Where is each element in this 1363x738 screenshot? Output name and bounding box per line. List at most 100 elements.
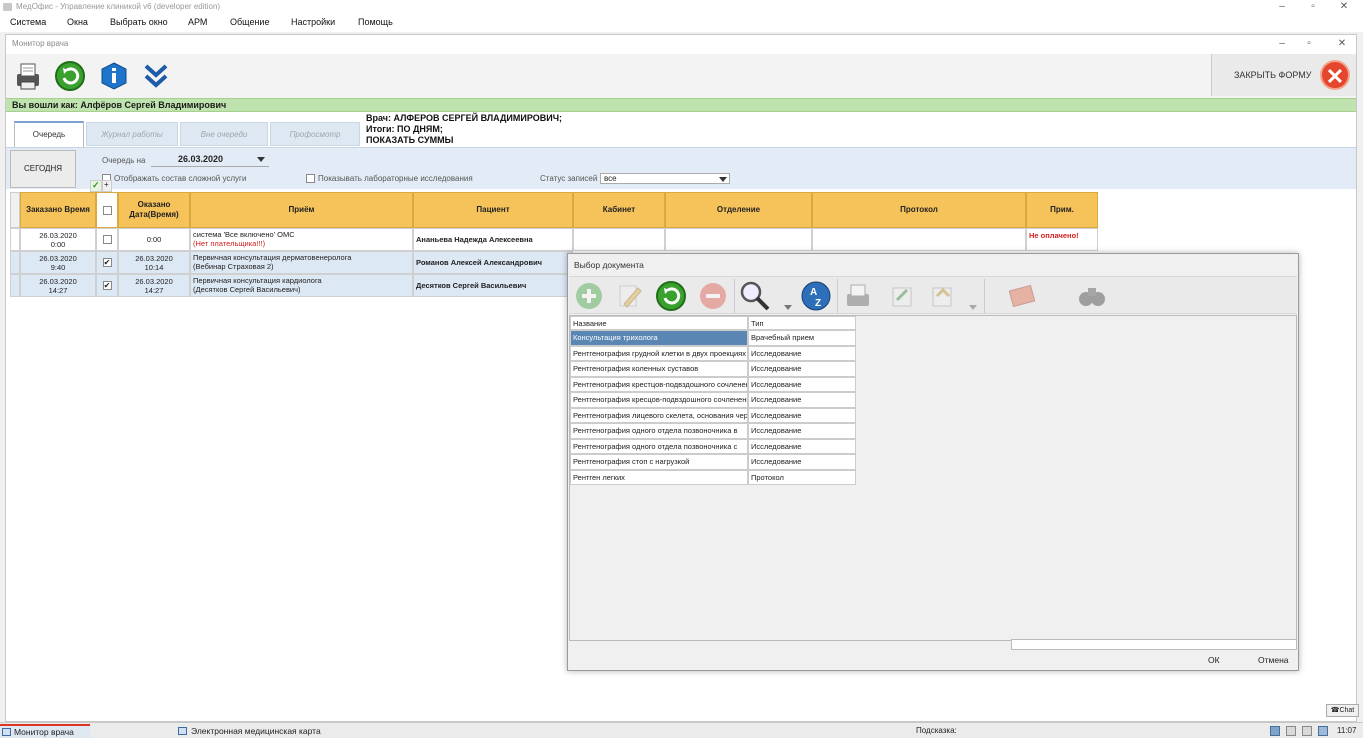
doc-row-name[interactable]: Рентгенография лицевого скелета, основан… [570, 407, 748, 423]
menu-communication[interactable]: Общение [230, 17, 269, 27]
chat-button[interactable]: ☎Chat [1326, 704, 1359, 717]
col-patient[interactable]: Пациент [413, 192, 573, 228]
export-icon[interactable] [885, 280, 919, 312]
reception-cell[interactable]: система 'Все включено' ОМС (Нет плательщ… [190, 228, 413, 251]
col-type[interactable]: Тип [748, 316, 856, 330]
sort-az-icon[interactable]: AZ [799, 280, 833, 312]
doc-row-type[interactable]: Исследование [748, 345, 856, 361]
binoculars-icon[interactable] [1075, 280, 1109, 312]
edit-icon[interactable] [612, 280, 646, 312]
doc-row-type[interactable]: Врачебный прием [748, 330, 856, 346]
row-checkbox-checked[interactable]: ✔ [102, 258, 112, 267]
doc-row-name[interactable]: Рентгенография одного отдела позвоночник… [570, 423, 748, 439]
expand-icon[interactable]: + [102, 180, 112, 192]
child-close-icon[interactable]: ✕ [1332, 37, 1352, 51]
table-row-ordered[interactable]: 26.03.2020 0:00 [20, 228, 96, 251]
close-form-button[interactable]: ЗАКРЫТЬ ФОРМУ ✕ [1211, 54, 1356, 96]
tab-work-log[interactable]: Журнал работы [86, 122, 178, 146]
col-department[interactable]: Отделение [665, 192, 812, 228]
doc-row-type[interactable]: Исследование [748, 376, 856, 392]
queue-date-picker[interactable]: 26.03.2020 [151, 153, 269, 167]
menu-system[interactable]: Система [10, 17, 46, 27]
child-minimize-icon[interactable]: – [1272, 37, 1292, 51]
cabinet-cell[interactable] [573, 228, 665, 251]
doc-row-name[interactable]: Рентген легких [570, 469, 748, 485]
done-cell[interactable]: 26.03.2020 10:14 [118, 251, 190, 274]
department-cell[interactable] [665, 228, 812, 251]
done-cell[interactable]: 26.03.2020 14:27 [118, 274, 190, 297]
menu-help[interactable]: Помощь [358, 17, 393, 27]
tray-doc-icon[interactable] [1286, 726, 1296, 736]
doc-row-type[interactable]: Исследование [748, 454, 856, 470]
col-done[interactable]: Оказано Дата(Время) [118, 192, 190, 228]
search-icon[interactable] [738, 280, 772, 312]
doc-row-name[interactable]: Консультация трихолога [570, 330, 748, 346]
row-checkbox-cell[interactable] [96, 228, 118, 251]
printer-icon[interactable] [12, 60, 44, 92]
double-chevron-down-icon[interactable] [140, 60, 172, 92]
row-checkbox[interactable] [102, 235, 112, 244]
maximize-icon[interactable]: ▫ [1303, 0, 1323, 14]
table-row-ordered[interactable]: 26.03.2020 9:40 [20, 251, 96, 274]
col-ordered[interactable]: Заказано Время [20, 192, 96, 228]
menu-arm[interactable]: АРМ [188, 17, 207, 27]
search-dropdown-icon[interactable] [784, 305, 792, 310]
col-note[interactable]: Прим. [1026, 192, 1098, 228]
doc-row-name[interactable]: Рентгенография грудной клетки в двух про… [570, 345, 748, 361]
tray-app-icon[interactable] [1270, 726, 1280, 736]
row-checkbox-cell[interactable]: ✔ [96, 274, 118, 297]
patient-cell[interactable]: Романов Алексей Александрович [413, 251, 573, 274]
col-checkbox[interactable] [96, 192, 118, 228]
patient-cell[interactable]: Ананьева Надежда Алексеевна [413, 228, 573, 251]
check-all-icon[interactable]: ✓ [90, 180, 102, 192]
menu-windows[interactable]: Окна [67, 17, 88, 27]
refresh-icon[interactable] [54, 60, 86, 92]
doc-row-name[interactable]: Рентгенография одного отдела позвоночник… [570, 438, 748, 454]
print-icon[interactable] [841, 280, 875, 312]
tray-edit-icon[interactable] [1302, 726, 1312, 736]
status-select[interactable]: все [600, 173, 730, 184]
done-cell[interactable]: 0:00 [118, 228, 190, 251]
info-icon[interactable] [98, 60, 130, 92]
add-icon[interactable] [572, 280, 606, 312]
col-reception[interactable]: Приём [190, 192, 413, 228]
taskbar-item-emr[interactable]: Электронная медицинская карта [191, 726, 321, 736]
col-protocol[interactable]: Протокол [812, 192, 1026, 228]
minimize-icon[interactable]: – [1272, 0, 1292, 14]
tab-queue[interactable]: Очередь [14, 121, 84, 147]
tray-network-icon[interactable] [1318, 726, 1328, 736]
row-checkbox-cell[interactable]: ✔ [96, 251, 118, 274]
doc-row-type[interactable]: Исследование [748, 423, 856, 439]
doc-row-type[interactable]: Исследование [748, 438, 856, 454]
note-cell[interactable]: Не оплачено! [1026, 228, 1098, 251]
delete-icon[interactable] [696, 280, 730, 312]
doc-row-name[interactable]: Рентгенография коленных суставов [570, 361, 748, 377]
tab-checkup[interactable]: Профосмотр [270, 122, 360, 146]
protocol-cell[interactable] [812, 228, 1026, 251]
today-button[interactable]: СЕГОДНЯ [10, 150, 76, 188]
refresh-icon[interactable] [654, 280, 688, 312]
close-icon[interactable]: ✕ [1334, 0, 1354, 14]
child-maximize-icon[interactable]: ▫ [1299, 37, 1319, 51]
ok-button[interactable]: ОК [1208, 655, 1220, 665]
template-icon[interactable] [1005, 280, 1039, 312]
taskbar-item-doctor-monitor[interactable]: Монитор врача [0, 724, 90, 738]
reception-cell[interactable]: Первичная консультация кардиолога (Десят… [190, 274, 413, 297]
cancel-button[interactable]: Отмена [1258, 655, 1289, 665]
import-icon[interactable] [925, 280, 959, 312]
doc-row-name[interactable]: Рентгенография кресцов-подвздошного сочл… [570, 392, 748, 408]
menu-settings[interactable]: Настройки [291, 17, 335, 27]
patient-cell[interactable]: Десятков Сергей Васильевич [413, 274, 573, 297]
header-checkbox[interactable] [102, 205, 112, 215]
show-lab-checkbox[interactable] [306, 174, 315, 183]
table-row-ordered[interactable]: 26.03.2020 14:27 [20, 274, 96, 297]
menu-select-window[interactable]: Выбрать окно [110, 17, 168, 27]
row-checkbox-checked[interactable]: ✔ [102, 281, 112, 290]
doc-row-name[interactable]: Рентгенография крестцов-подвздошного соч… [570, 376, 748, 392]
col-name[interactable]: Название [570, 316, 748, 330]
doc-row-type[interactable]: Исследование [748, 361, 856, 377]
reception-cell[interactable]: Первичная консультация дерматовенеролога… [190, 251, 413, 274]
tab-outside-queue[interactable]: Вне очереди [180, 122, 268, 146]
col-cabinet[interactable]: Кабинет [573, 192, 665, 228]
doc-row-type[interactable]: Протокол [748, 469, 856, 485]
